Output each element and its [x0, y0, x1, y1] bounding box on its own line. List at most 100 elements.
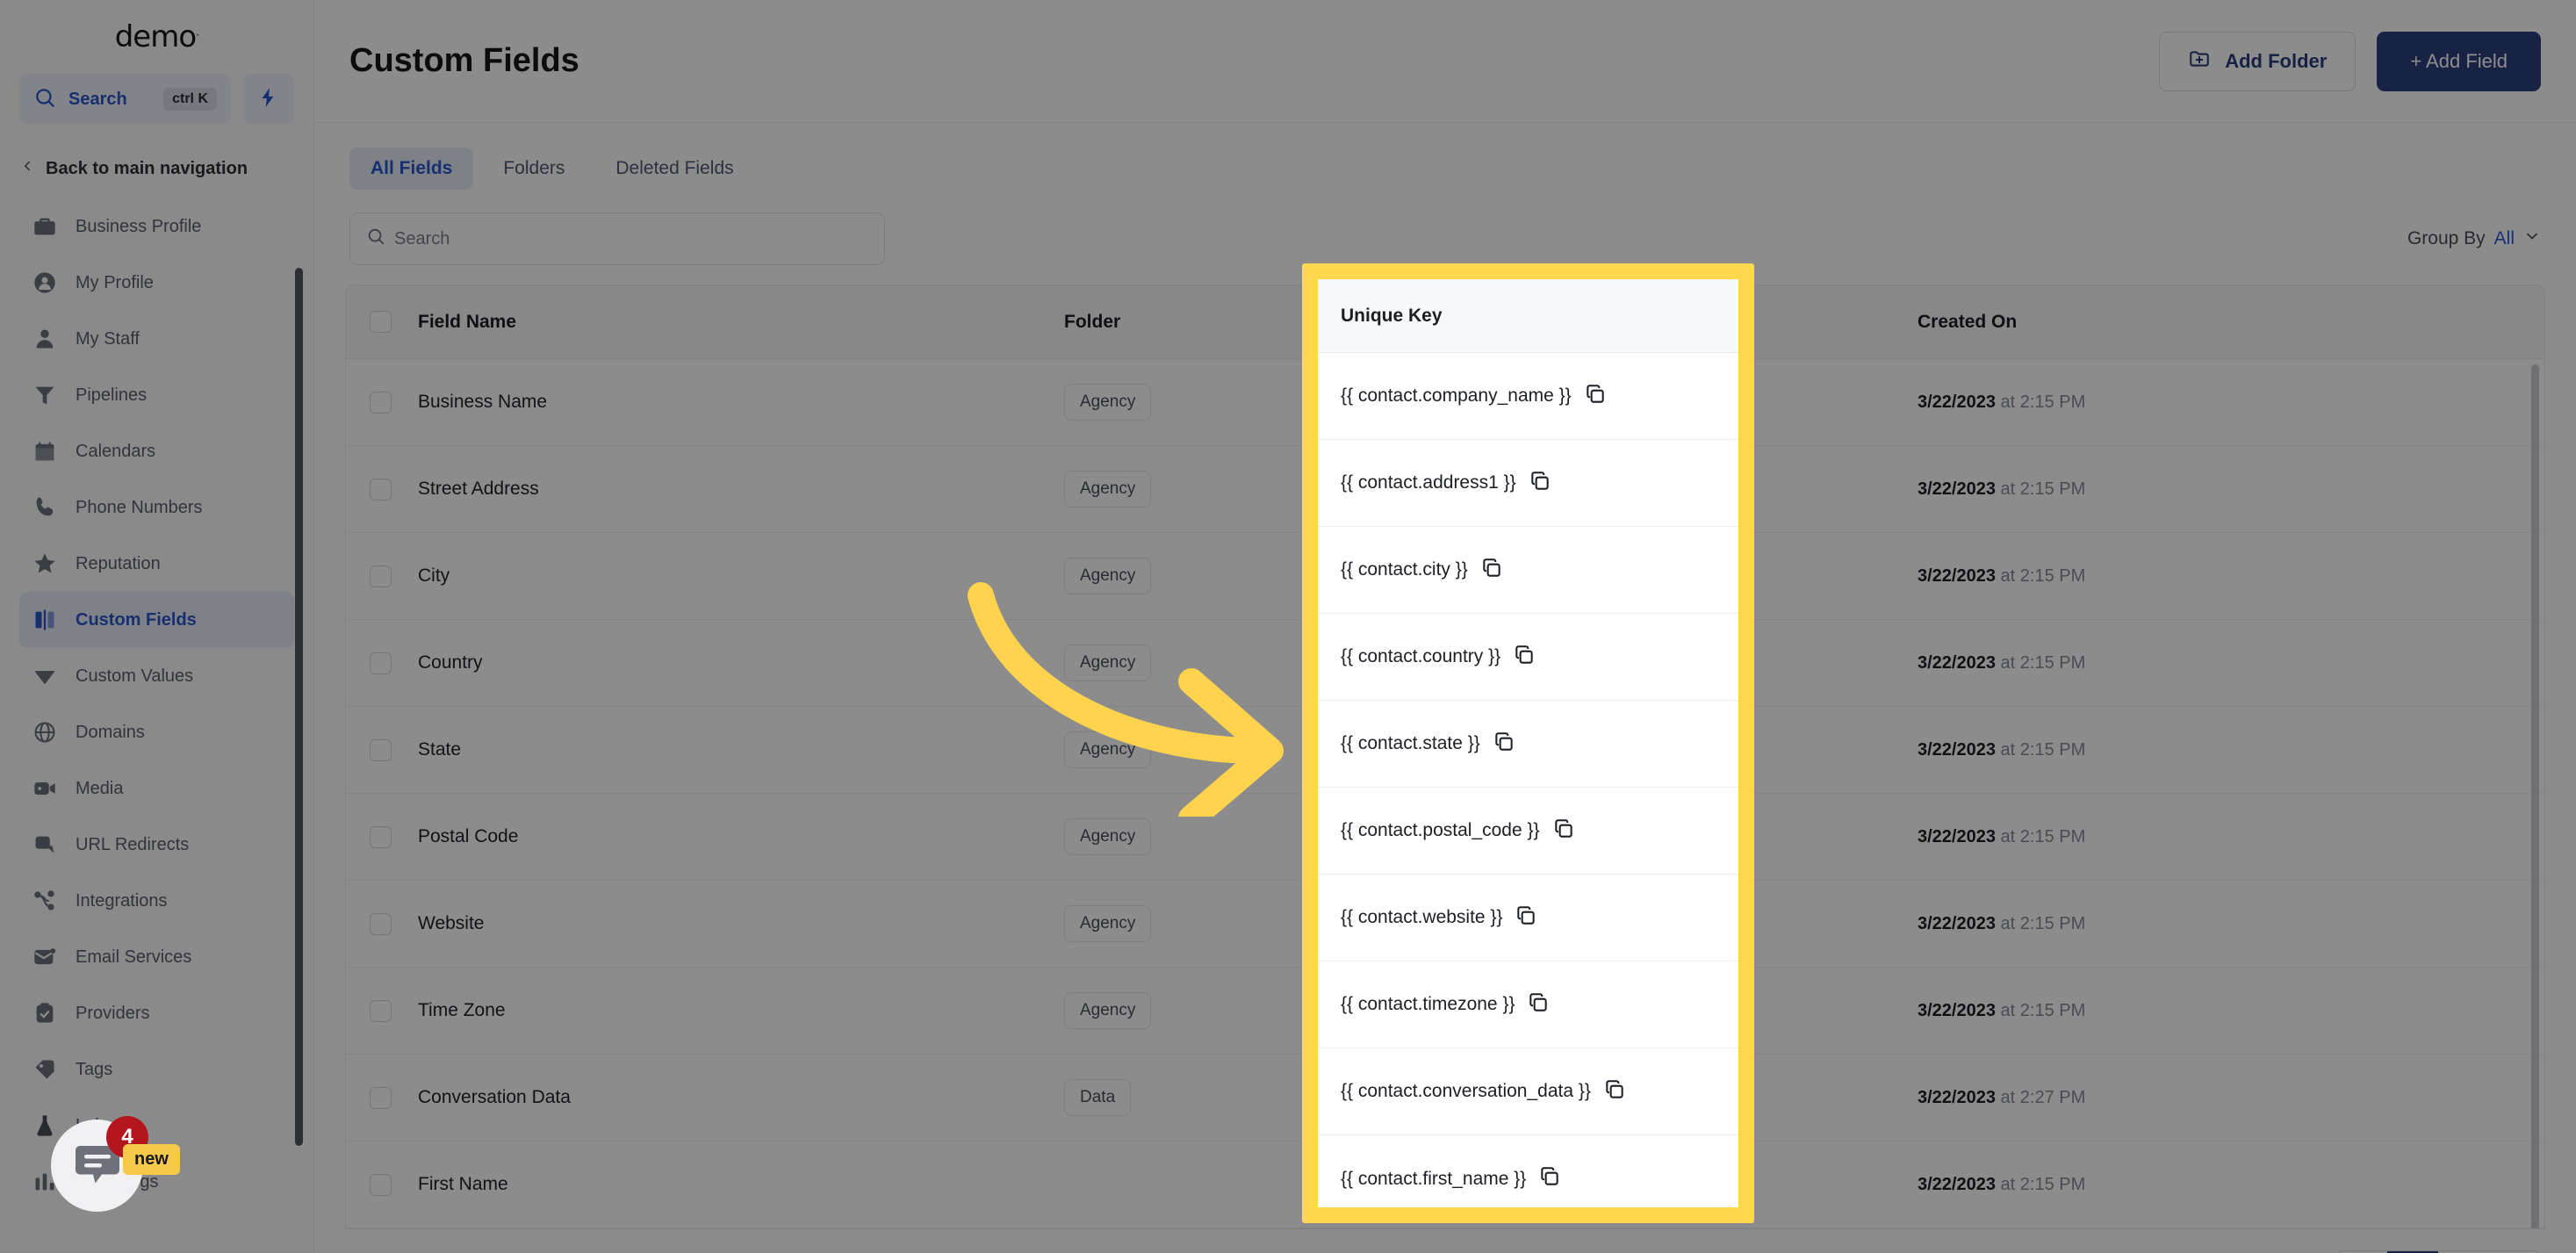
sidebar-item-reputation[interactable]: Reputation [19, 536, 294, 592]
copy-icon[interactable] [1603, 1078, 1626, 1105]
flask-icon [32, 1113, 58, 1139]
back-to-main-navigation[interactable]: Back to main navigation [19, 158, 313, 179]
sidebar-item-business-profile[interactable]: Business Profile [19, 198, 294, 255]
sidebar-scrollbar[interactable] [295, 268, 303, 1146]
cell-field-name: Country [418, 652, 483, 673]
folder-tag: Agency [1064, 558, 1152, 594]
sidebar-item-label: Domains [76, 722, 145, 742]
unique-key-text: {{ contact.country }} [1341, 646, 1501, 666]
chevron-left-icon [19, 158, 35, 179]
search-fields-input[interactable]: Search [349, 212, 885, 265]
tab-bar: All Fields Folders Deleted Fields [314, 123, 2576, 190]
copy-icon[interactable] [1515, 904, 1537, 932]
sidebar-item-domains[interactable]: Domains [19, 704, 294, 760]
unique-key-text: {{ contact.conversation_data }} [1341, 1081, 1591, 1101]
copy-icon[interactable] [1493, 731, 1515, 758]
sidebar-item-media[interactable]: Media [19, 760, 294, 817]
column-header-field-name[interactable]: Field Name [414, 312, 1064, 333]
row-checkbox[interactable] [346, 391, 414, 414]
tab-all-fields[interactable]: All Fields [349, 148, 474, 190]
sidebar-item-label: My Staff [76, 328, 140, 349]
row-checkbox[interactable] [346, 825, 414, 848]
add-field-button[interactable]: + Add Field [2377, 31, 2541, 91]
sidebar-item-label: Tags [76, 1059, 113, 1079]
add-folder-button[interactable]: Add Folder [2159, 31, 2357, 91]
cell-created-on: 3/22/2023 at 2:15 PM [1918, 392, 2086, 412]
quick-actions-button[interactable] [243, 74, 294, 125]
tag-icon [32, 1056, 58, 1083]
sidebar-item-custom-values[interactable]: Custom Values [19, 648, 294, 704]
highlight-unique-key-row: {{ contact.timezone }} [1318, 961, 1738, 1048]
row-checkbox[interactable] [346, 652, 414, 674]
tab-deleted-fields[interactable]: Deleted Fields [594, 148, 754, 190]
funnel-icon [32, 382, 58, 408]
copy-icon[interactable] [1552, 817, 1575, 845]
sidebar-item-integrations[interactable]: Integrations [19, 873, 294, 929]
highlight-unique-key-row: {{ contact.state }} [1318, 701, 1738, 788]
row-checkbox[interactable] [346, 565, 414, 587]
copy-icon[interactable] [1529, 470, 1551, 497]
row-checkbox[interactable] [346, 999, 414, 1022]
copy-icon[interactable] [1527, 991, 1550, 1019]
custom-fields-icon [32, 607, 58, 633]
sidebar-item-my-staff[interactable]: My Staff [19, 311, 294, 367]
diamond-icon [32, 663, 58, 689]
select-all-checkbox[interactable] [346, 311, 414, 333]
copy-icon[interactable] [1584, 383, 1607, 410]
sidebar-item-pipelines[interactable]: Pipelines [19, 367, 294, 423]
unique-key-text: {{ contact.state }} [1341, 733, 1480, 753]
highlight-column-header: Unique Key [1318, 279, 1738, 353]
sidebar-item-custom-fields[interactable]: Custom Fields [19, 592, 294, 648]
sidebar-item-label: Pipelines [76, 385, 148, 405]
cell-field-name: State [418, 739, 462, 760]
sidebar-item-label: My Profile [76, 272, 154, 292]
folder-tag: Agency [1064, 384, 1152, 421]
folder-tag: Agency [1064, 818, 1152, 855]
row-checkbox[interactable] [346, 1086, 414, 1109]
globe-icon [32, 719, 58, 745]
row-checkbox[interactable] [346, 912, 414, 935]
copy-icon[interactable] [1480, 557, 1503, 584]
table-scrollbar[interactable] [2531, 364, 2539, 1228]
sidebar-item-tags[interactable]: Tags [19, 1041, 294, 1098]
sidebar-item-my-profile[interactable]: My Profile [19, 255, 294, 311]
group-by-value: All [2493, 228, 2515, 248]
app-root: demo. Search ctrl K Back to main navigat… [0, 0, 2576, 1253]
person-icon [32, 326, 58, 352]
cell-field-name: City [418, 565, 450, 586]
sidebar-item-providers[interactable]: Providers [19, 985, 294, 1041]
highlight-column-body: {{ contact.company_name }} {{ contact.add… [1318, 353, 1738, 1207]
cell-created-on: 3/22/2023 at 2:15 PM [1918, 826, 2086, 846]
unique-key-text: {{ contact.postal_code }} [1341, 820, 1540, 840]
back-label: Back to main navigation [46, 158, 248, 178]
group-by-dropdown[interactable]: Group By All [2407, 227, 2541, 250]
search-input[interactable]: Search ctrl K [19, 74, 231, 125]
chevron-down-icon [2523, 227, 2541, 250]
phone-icon [32, 494, 58, 521]
search-label: Search [68, 89, 127, 109]
unique-key-text: {{ contact.company_name }} [1341, 385, 1572, 406]
column-header-created-on[interactable]: Created On [1881, 312, 2544, 333]
copy-icon[interactable] [1513, 644, 1536, 671]
cell-created-on: 3/22/2023 at 2:15 PM [1918, 479, 2086, 499]
row-checkbox[interactable] [346, 478, 414, 500]
search-shortcut: ctrl K [163, 88, 217, 111]
sidebar-item-email-services[interactable]: Email Services [19, 929, 294, 985]
copy-icon[interactable] [1538, 1165, 1561, 1192]
unique-key-text: {{ contact.city }} [1341, 559, 1468, 580]
star-icon [32, 551, 58, 577]
sidebar-item-url-redirects[interactable]: URL Redirects [19, 817, 294, 873]
sidebar-item-calendars[interactable]: Calendars [19, 423, 294, 479]
labs-new-tag: new [123, 1144, 180, 1175]
clipboard-check-icon [32, 1000, 58, 1026]
sidebar-item-label: Business Profile [76, 216, 202, 236]
logo-text: demo [114, 19, 197, 54]
cell-created-on: 3/22/2023 at 2:15 PM [1918, 913, 2086, 933]
unique-key-highlight: Unique Key {{ contact.company_name }}{{ … [1302, 263, 1754, 1223]
cell-field-name: Street Address [418, 479, 539, 499]
row-checkbox[interactable] [346, 738, 414, 761]
sidebar-item-phone-numbers[interactable]: Phone Numbers [19, 479, 294, 536]
tab-folders[interactable]: Folders [482, 148, 586, 190]
row-checkbox[interactable] [346, 1173, 414, 1196]
logo-mark: . [196, 25, 199, 40]
